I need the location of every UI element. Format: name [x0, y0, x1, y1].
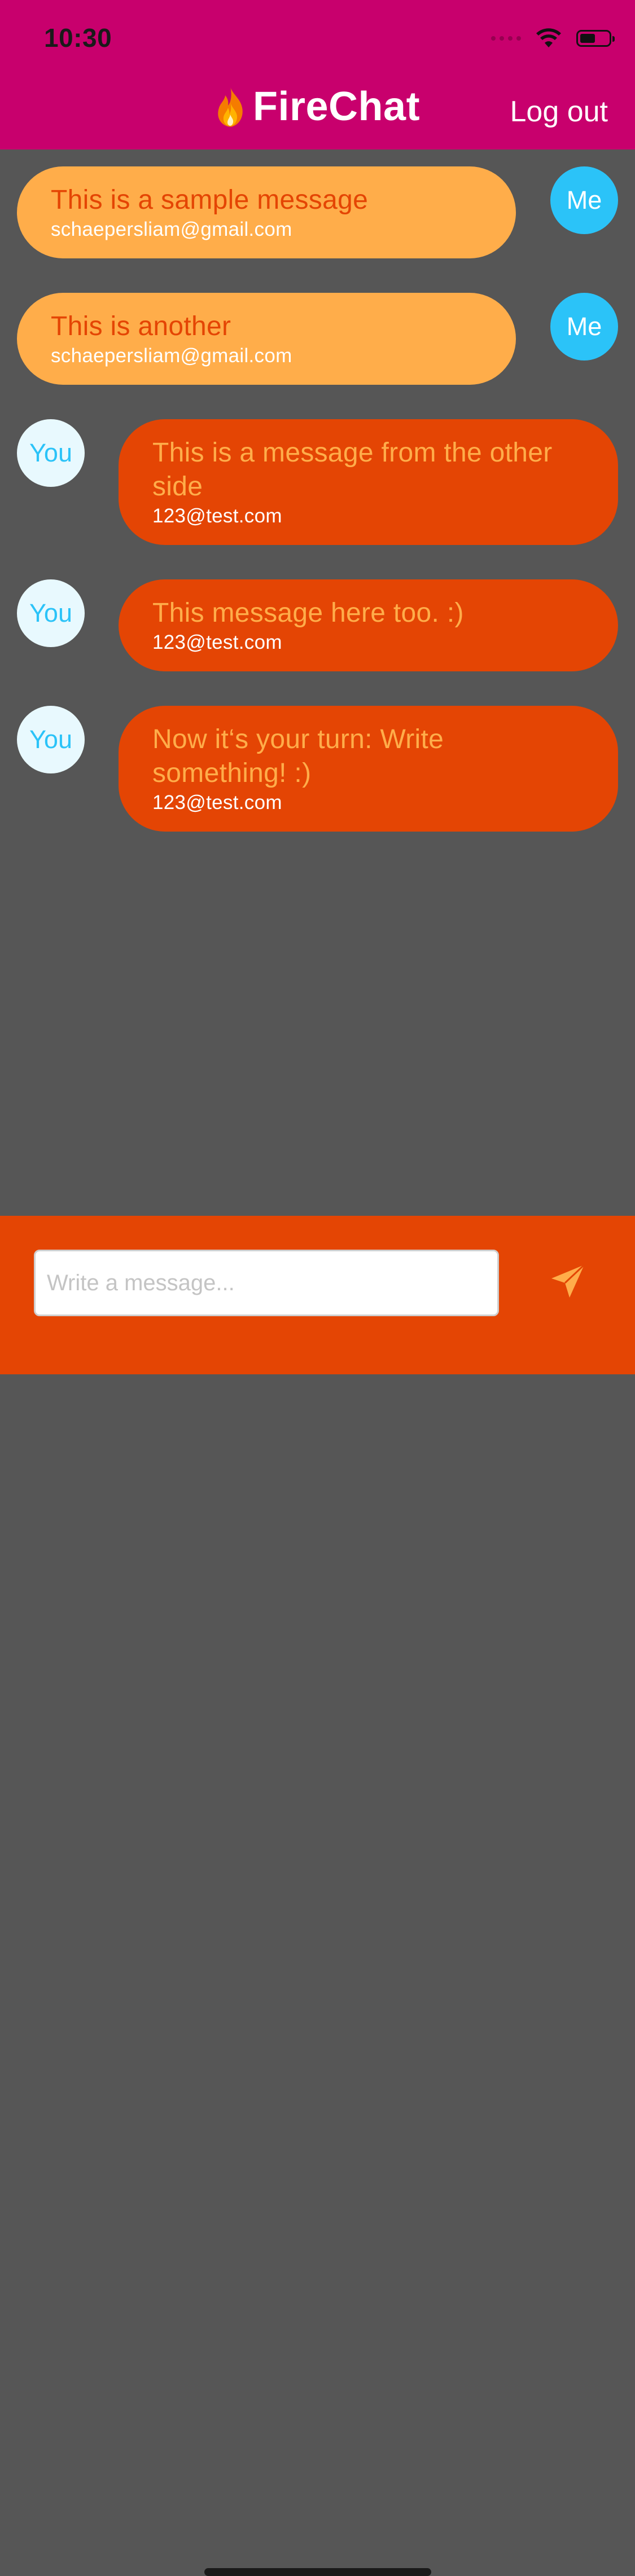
avatar-me: Me [550, 293, 618, 361]
avatar-me: Me [550, 166, 618, 234]
message-bubble-you: Now it‘s your turn: Write something! :) … [119, 706, 618, 832]
message-sender: 123@test.com [152, 631, 282, 653]
logout-button[interactable]: Log out [510, 95, 608, 129]
app-title: FireChat [253, 84, 421, 129]
wifi-icon [536, 28, 561, 47]
message-bubble-you: This message here too. :) 123@test.com [119, 579, 618, 671]
message-text: This is another [51, 311, 231, 341]
avatar-you: You [17, 579, 85, 647]
message-composer [0, 1216, 635, 2576]
message-bubble-me: This is another schaepersliam@gmail.com [17, 293, 516, 385]
message-text: This message here too. :) [152, 598, 464, 628]
send-button[interactable] [542, 1255, 594, 1307]
cellular-signal-icon [491, 36, 521, 41]
home-indicator [204, 2568, 431, 2576]
battery-icon [576, 30, 615, 47]
message-bubble-you: This is a message from the other side 12… [119, 419, 618, 545]
message-text: Now it‘s your turn: Write something! :) [152, 724, 444, 788]
message-sender: schaepersliam@gmail.com [51, 218, 292, 240]
header: 10:30 FireChat Log out [0, 0, 635, 150]
fire-icon [218, 86, 243, 127]
avatar-you: You [17, 419, 85, 487]
message-text: This is a sample message [51, 185, 369, 215]
app-title-group: FireChat [214, 83, 420, 130]
avatar-you: You [17, 706, 85, 773]
message-bubble-me: This is a sample message schaepersliam@g… [17, 166, 516, 258]
status-indicators [491, 27, 615, 50]
paper-plane-icon [551, 1264, 585, 1298]
message-list[interactable]: This is a sample message schaepersliam@g… [0, 150, 635, 1216]
message-sender: 123@test.com [152, 505, 282, 527]
message-sender: schaepersliam@gmail.com [51, 345, 292, 367]
status-time: 10:30 [44, 23, 112, 52]
message-text: This is a message from the other side [152, 438, 553, 502]
message-sender: 123@test.com [152, 792, 282, 814]
message-input[interactable] [34, 1250, 499, 1316]
